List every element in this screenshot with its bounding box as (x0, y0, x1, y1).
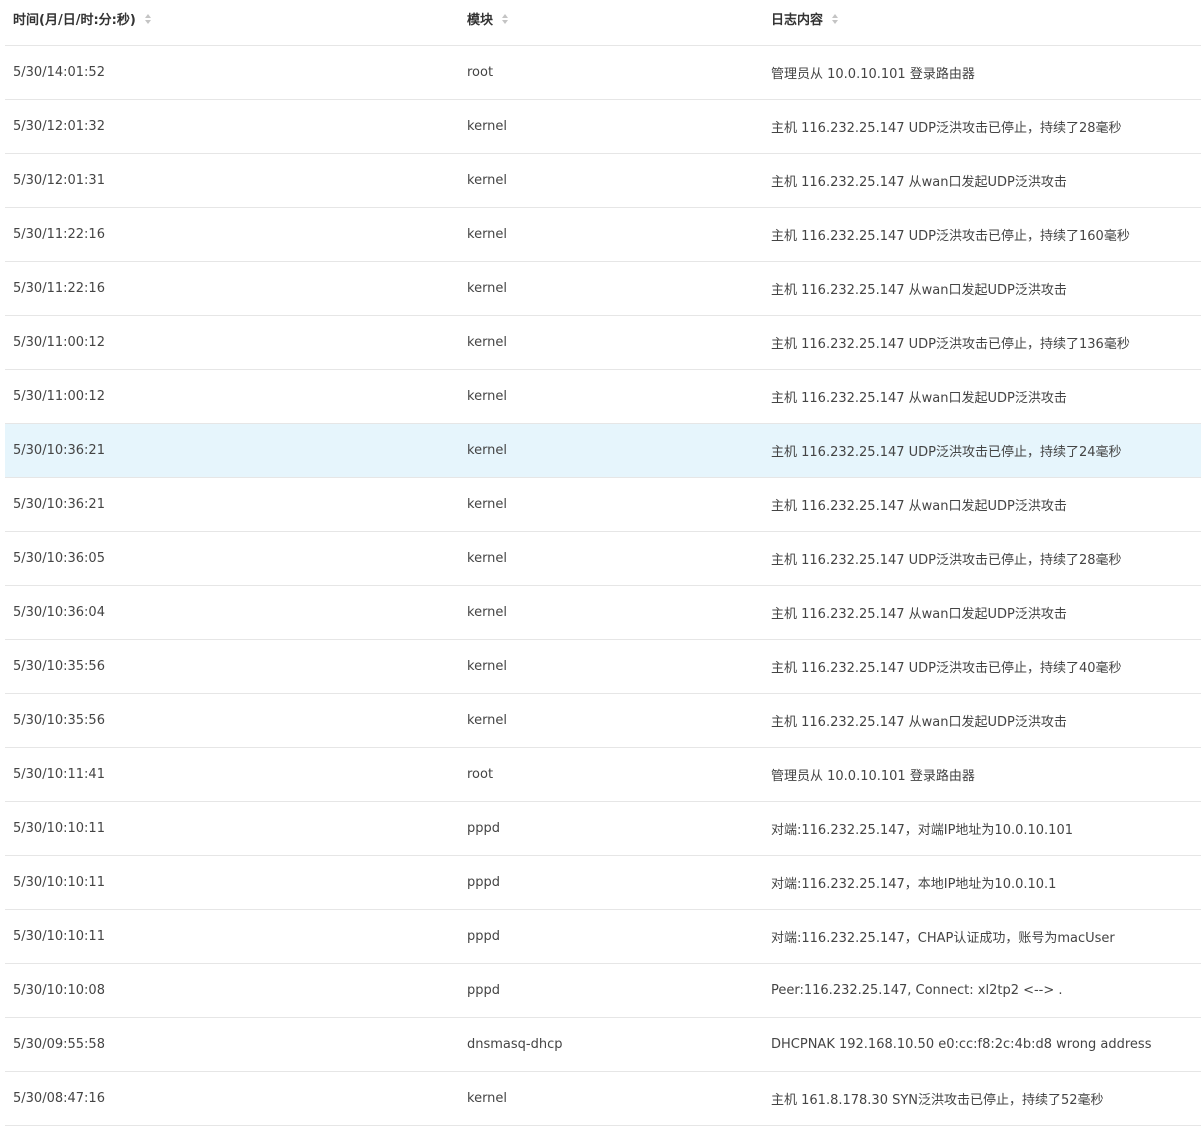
cell-module: pppd (467, 983, 501, 998)
cell-module: pppd (467, 929, 501, 944)
sort-icon[interactable] (832, 13, 839, 24)
cell-module: kernel (467, 119, 508, 134)
cell-time: 5/30/09:55:58 (13, 1037, 105, 1052)
cell-module: kernel (467, 389, 508, 404)
cell-content: 对端:116.232.25.147，CHAP认证成功，账号为macUser (771, 931, 1115, 946)
table-row[interactable]: 5/30/10:36:05 kernel 主机 116.232.25.147 UDP… (5, 532, 1201, 586)
column-header-content[interactable]: 日志内容 (763, 9, 1201, 28)
cell-content: 主机 161.8.178.30 SYN泛洪攻击已停止，持续了52毫秒 (771, 1093, 1104, 1108)
column-header-label: 模块 (467, 13, 494, 28)
cell-content: 主机 116.232.25.147 从wan口发起UDP泛洪攻击 (771, 607, 1067, 622)
column-header-label: 时间(月/日/时:分:秒) (13, 13, 136, 28)
cell-module: kernel (467, 713, 508, 728)
cell-content: 主机 116.232.25.147 UDP泛洪攻击已停止，持续了28毫秒 (771, 121, 1122, 136)
table-row[interactable]: 5/30/10:10:11 pppd 对端:116.232.25.147，本地IP地… (5, 856, 1201, 910)
table-header: 时间(月/日/时:分:秒) 模块 日志内容 (5, 0, 1201, 46)
cell-module: kernel (467, 335, 508, 350)
cell-module: pppd (467, 821, 501, 836)
table-row[interactable]: 5/30/10:35:56 kernel 主机 116.232.25.147 UDP… (5, 640, 1201, 694)
table-row[interactable]: 5/30/11:00:12 kernel 主机 116.232.25.147 UDP… (5, 316, 1201, 370)
table-row[interactable]: 5/30/10:35:56 kernel 主机 116.232.25.147 从wa… (5, 694, 1201, 748)
column-header-label: 日志内容 (771, 13, 824, 28)
cell-content: 管理员从 10.0.10.101 登录路由器 (771, 67, 975, 82)
table-row[interactable]: 5/30/08:47:16 kernel 主机 161.8.178.30 SYN泛洪… (5, 1072, 1201, 1126)
cell-module: kernel (467, 443, 508, 458)
table-row[interactable]: 5/30/11:22:16 kernel 主机 116.232.25.147 从wa… (5, 262, 1201, 316)
table-row[interactable]: 5/30/09:55:58 dnsmasq-dhcp DHCPNAK 192.168… (5, 1018, 1201, 1072)
table-row[interactable]: 5/30/10:10:08 pppd Peer:116.232.25.147, Co… (5, 964, 1201, 1018)
cell-content: 主机 116.232.25.147 UDP泛洪攻击已停止，持续了136毫秒 (771, 337, 1130, 352)
sort-icon[interactable] (144, 13, 151, 24)
cell-module: kernel (467, 497, 508, 512)
cell-content: 管理员从 10.0.10.101 登录路由器 (771, 769, 975, 784)
cell-module: pppd (467, 875, 501, 890)
cell-time: 5/30/10:10:08 (13, 983, 105, 998)
cell-time: 5/30/10:10:11 (13, 875, 105, 890)
cell-module: kernel (467, 1091, 508, 1106)
table-row[interactable]: 5/30/10:36:21 kernel 主机 116.232.25.147 从wa… (5, 478, 1201, 532)
cell-content: 主机 116.232.25.147 UDP泛洪攻击已停止，持续了28毫秒 (771, 553, 1122, 568)
cell-time: 5/30/10:35:56 (13, 713, 105, 728)
table-row[interactable]: 5/30/11:00:12 kernel 主机 116.232.25.147 从wa… (5, 370, 1201, 424)
cell-content: 主机 116.232.25.147 UDP泛洪攻击已停止，持续了160毫秒 (771, 229, 1130, 244)
table-row[interactable]: 5/30/10:10:11 pppd 对端:116.232.25.147，CHAP认… (5, 910, 1201, 964)
cell-time: 5/30/10:10:11 (13, 821, 105, 836)
cell-time: 5/30/10:10:11 (13, 929, 105, 944)
cell-module: kernel (467, 659, 508, 674)
cell-module: kernel (467, 281, 508, 296)
cell-time: 5/30/11:22:16 (13, 281, 105, 296)
table-row[interactable]: 5/30/10:36:21 kernel 主机 116.232.25.147 UDP… (5, 424, 1201, 478)
sort-icon[interactable] (502, 13, 509, 24)
cell-time: 5/30/10:36:04 (13, 605, 105, 620)
cell-time: 5/30/14:01:52 (13, 65, 105, 80)
cell-time: 5/30/11:00:12 (13, 335, 105, 350)
cell-time: 5/30/11:22:16 (13, 227, 105, 242)
cell-time: 5/30/10:36:21 (13, 497, 105, 512)
table-row[interactable]: 5/30/10:10:11 pppd 对端:116.232.25.147，对端IP地… (5, 802, 1201, 856)
cell-module: kernel (467, 227, 508, 242)
column-header-module[interactable]: 模块 (459, 9, 763, 28)
table-row[interactable]: 5/30/12:01:32 kernel 主机 116.232.25.147 UDP… (5, 100, 1201, 154)
cell-time: 5/30/10:11:41 (13, 767, 105, 782)
cell-content: 主机 116.232.25.147 UDP泛洪攻击已停止，持续了24毫秒 (771, 445, 1122, 460)
cell-time: 5/30/12:01:32 (13, 119, 105, 134)
cell-content: 对端:116.232.25.147，本地IP地址为10.0.10.1 (771, 877, 1057, 892)
cell-content: 主机 116.232.25.147 UDP泛洪攻击已停止，持续了40毫秒 (771, 661, 1122, 676)
cell-content: 主机 116.232.25.147 从wan口发起UDP泛洪攻击 (771, 175, 1067, 190)
column-header-time[interactable]: 时间(月/日/时:分:秒) (5, 9, 459, 28)
cell-module: root (467, 767, 494, 782)
cell-content: Peer:116.232.25.147, Connect: xl2tp2 <--… (771, 983, 1063, 998)
table-row[interactable]: 5/30/14:01:52 root 管理员从 10.0.10.101 登录路由器 (5, 46, 1201, 100)
cell-time: 5/30/12:01:31 (13, 173, 105, 188)
cell-module: dnsmasq-dhcp (467, 1037, 563, 1052)
cell-module: kernel (467, 605, 508, 620)
table-body: 5/30/14:01:52 root 管理员从 10.0.10.101 登录路由器 5… (5, 46, 1201, 1126)
cell-content: 主机 116.232.25.147 从wan口发起UDP泛洪攻击 (771, 499, 1067, 514)
cell-content: 主机 116.232.25.147 从wan口发起UDP泛洪攻击 (771, 391, 1067, 406)
table-row[interactable]: 5/30/10:11:41 root 管理员从 10.0.10.101 登录路由器 (5, 748, 1201, 802)
log-table: 时间(月/日/时:分:秒) 模块 日志内容 5/30/14:01:52 root 管… (5, 0, 1201, 1126)
cell-module: kernel (467, 551, 508, 566)
cell-module: root (467, 65, 494, 80)
table-row[interactable]: 5/30/12:01:31 kernel 主机 116.232.25.147 从wa… (5, 154, 1201, 208)
cell-module: kernel (467, 173, 508, 188)
table-row[interactable]: 5/30/10:36:04 kernel 主机 116.232.25.147 从wa… (5, 586, 1201, 640)
cell-time: 5/30/10:36:21 (13, 443, 105, 458)
cell-time: 5/30/08:47:16 (13, 1091, 105, 1106)
cell-content: 主机 116.232.25.147 从wan口发起UDP泛洪攻击 (771, 715, 1067, 730)
cell-content: 对端:116.232.25.147，对端IP地址为10.0.10.101 (771, 823, 1073, 838)
cell-content: DHCPNAK 192.168.10.50 e0:cc:f8:2c:4b:d8 … (771, 1037, 1152, 1052)
cell-content: 主机 116.232.25.147 从wan口发起UDP泛洪攻击 (771, 283, 1067, 298)
cell-time: 5/30/10:35:56 (13, 659, 105, 674)
cell-time: 5/30/10:36:05 (13, 551, 105, 566)
table-row[interactable]: 5/30/11:22:16 kernel 主机 116.232.25.147 UDP… (5, 208, 1201, 262)
cell-time: 5/30/11:00:12 (13, 389, 105, 404)
